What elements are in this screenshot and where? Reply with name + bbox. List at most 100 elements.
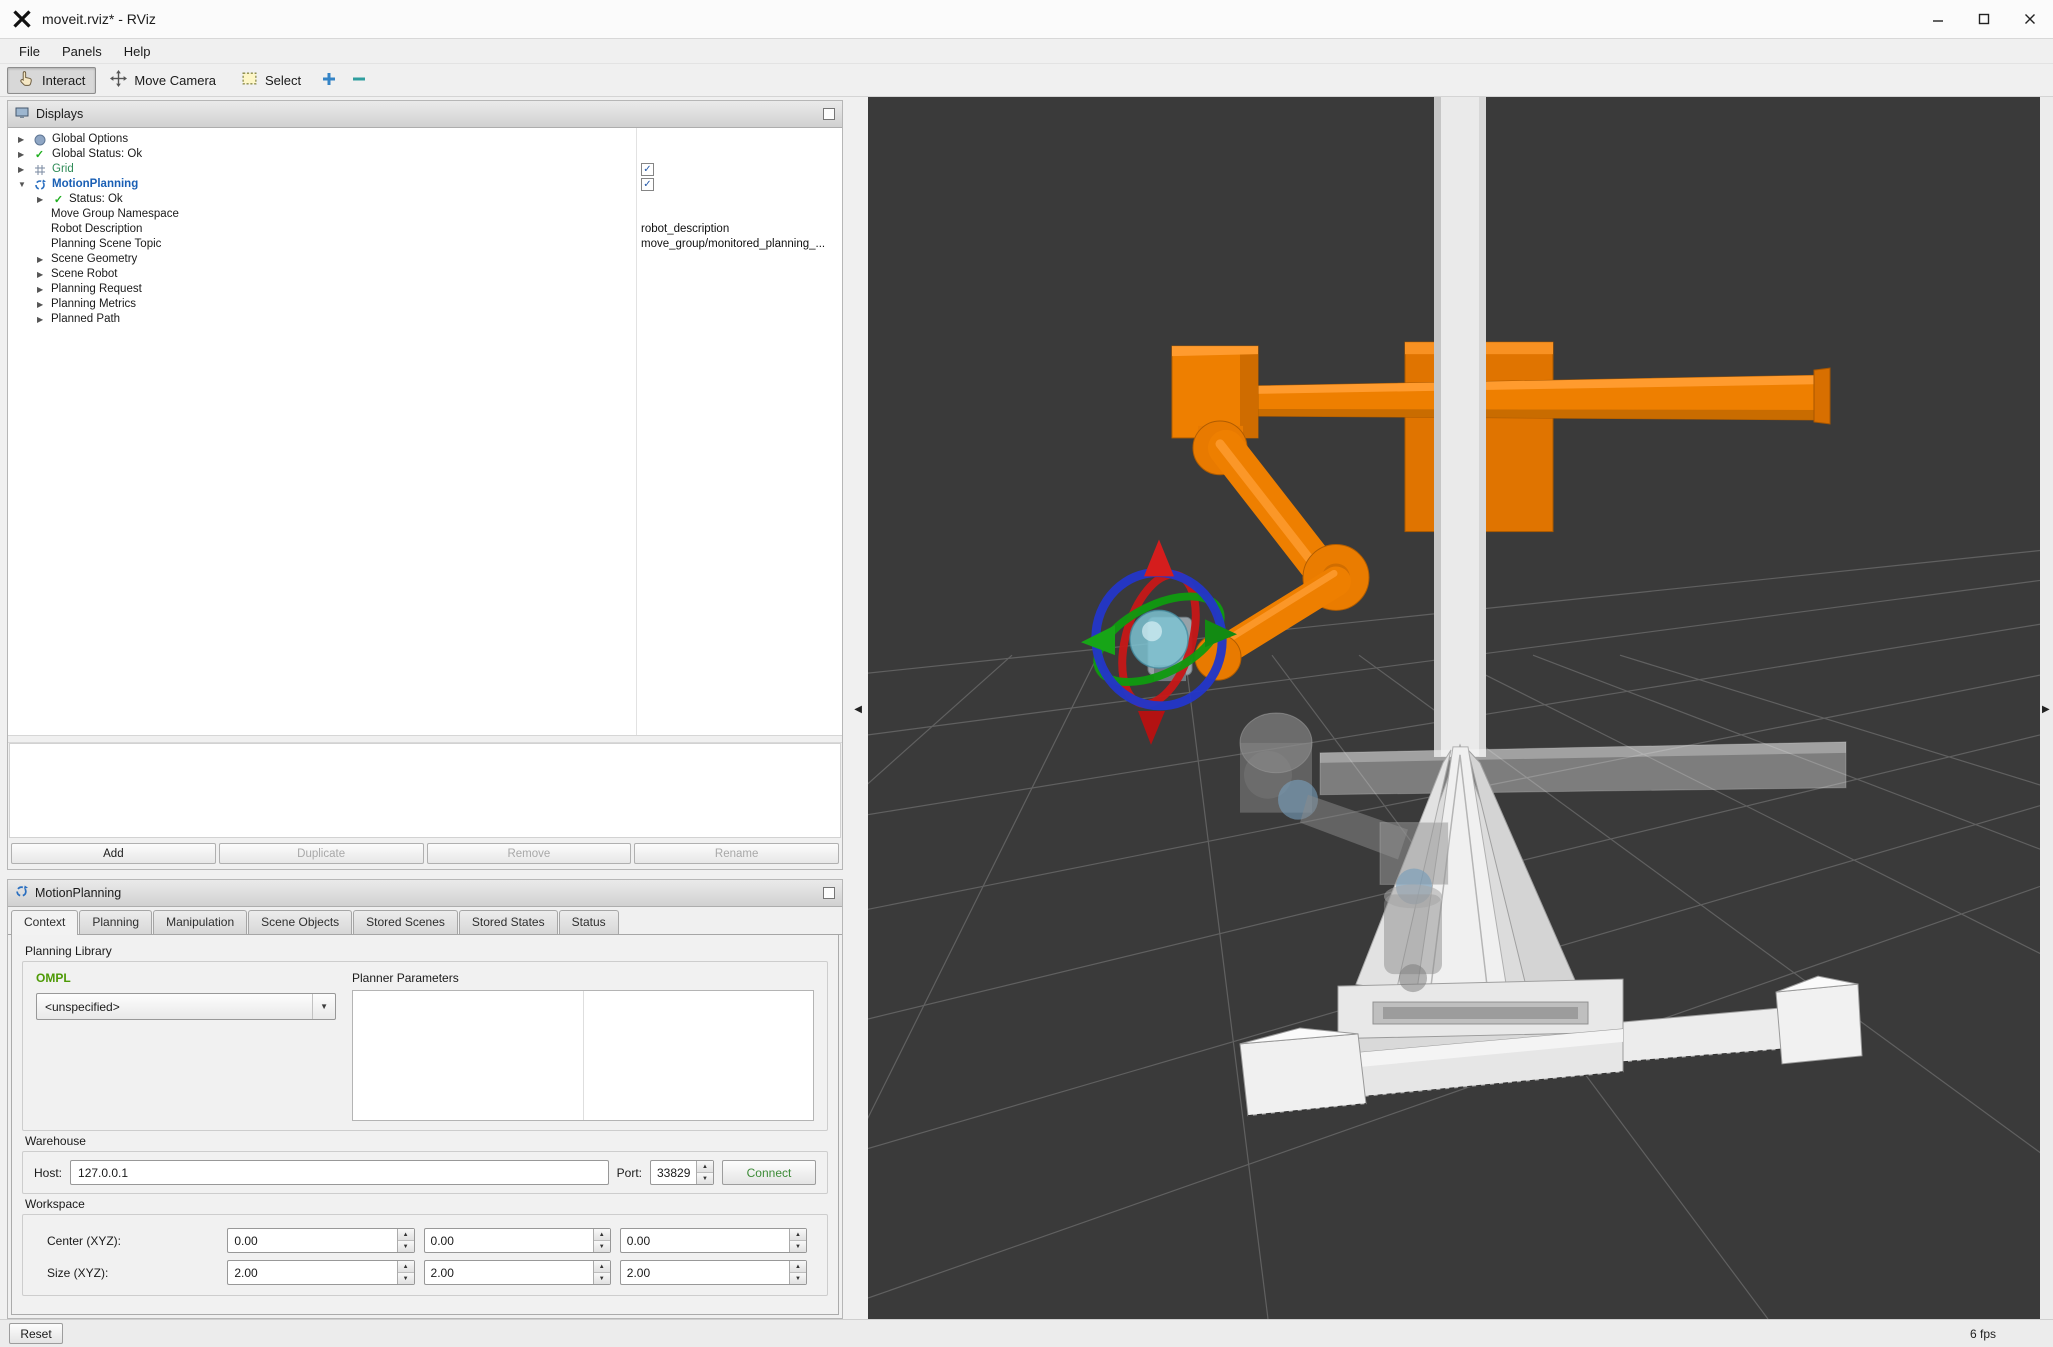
displays-panel-icon [15, 106, 29, 123]
spin-down-icon[interactable]: ▼ [397, 1241, 414, 1252]
menu-help[interactable]: Help [113, 39, 162, 63]
reset-button[interactable]: Reset [9, 1323, 63, 1344]
expand-arrow-icon[interactable]: ▶ [37, 255, 43, 264]
center-y-spinbox[interactable]: 0.00 ▲ ▼ [423, 1228, 611, 1253]
center-z-spinbox[interactable]: 0.00 ▲ ▼ [619, 1228, 808, 1253]
spin-down-icon[interactable]: ▼ [593, 1241, 610, 1252]
collapse-left-arrow-icon[interactable]: ◀ [854, 705, 862, 715]
tree-row-motionplanning[interactable]: ▼ MotionPlanning ✓ [8, 177, 842, 192]
tab-planning[interactable]: Planning [79, 910, 153, 934]
spin-up-icon[interactable]: ▲ [593, 1229, 610, 1241]
collapse-arrow-icon[interactable]: ▼ [18, 180, 26, 189]
tab-status[interactable]: Status [558, 910, 619, 934]
size-y-spinbox[interactable]: 2.00 ▲ ▼ [423, 1260, 611, 1285]
planner-parameters-table[interactable] [352, 990, 814, 1121]
select-box-icon [241, 70, 258, 90]
size-z-spinbox[interactable]: 2.00 ▲ ▼ [619, 1260, 808, 1285]
spin-up-icon[interactable]: ▲ [593, 1261, 610, 1273]
expand-arrow-icon[interactable]: ▶ [37, 300, 43, 309]
tree-row-planning-metrics[interactable]: ▶ Planning Metrics [8, 297, 842, 312]
spin-up-icon[interactable]: ▲ [790, 1261, 807, 1273]
spin-up-icon[interactable]: ▲ [397, 1229, 414, 1241]
collapse-right-arrow-icon[interactable]: ▶ [2042, 705, 2050, 715]
tab-stored-states[interactable]: Stored States [458, 910, 558, 934]
tree-row-global-options[interactable]: ▶ Global Options [8, 132, 842, 147]
planner-select[interactable]: <unspecified> ▼ [36, 993, 336, 1020]
grid-display-icon [33, 163, 46, 176]
tree-row-robot-description[interactable]: Robot Description robot_description [8, 222, 842, 237]
minimize-button[interactable] [1915, 0, 1961, 38]
tree-row-mp-status[interactable]: ▶ ✓ Status: Ok [8, 192, 842, 207]
close-button[interactable] [2007, 0, 2053, 38]
expand-arrow-icon[interactable]: ▶ [18, 165, 24, 174]
right-panel-gutter[interactable]: ▶ [2040, 97, 2053, 1319]
status-ok-icon: ✓ [34, 149, 45, 161]
center-x-spinbox[interactable]: 0.00 ▲ ▼ [227, 1228, 415, 1253]
add-display-button[interactable]: Add [11, 843, 216, 864]
expand-arrow-icon[interactable]: ▶ [37, 315, 43, 324]
interact-tool-button[interactable]: Interact [7, 66, 97, 94]
expand-arrow-icon[interactable]: ▶ [18, 150, 24, 159]
tab-stored-scenes[interactable]: Stored Scenes [353, 910, 458, 934]
size-x-spinbox[interactable]: 2.00 ▲ ▼ [227, 1260, 415, 1285]
tree-row-planning-request[interactable]: ▶ Planning Request [8, 282, 842, 297]
library-name-label: OMPL [36, 971, 71, 985]
tree-row-planning-scene-topic[interactable]: Planning Scene Topic move_group/monitore… [8, 237, 842, 252]
tree-row-move-group-namespace[interactable]: Move Group Namespace [8, 207, 842, 222]
tree-row-planned-path[interactable]: ▶ Planned Path [8, 312, 842, 327]
3d-scene-canvas[interactable] [868, 97, 2040, 1319]
host-input[interactable]: 127.0.0.1 [70, 1160, 609, 1185]
displays-panel: Displays ▶ Global Options ▶ ✓ Global Sta… [7, 100, 843, 870]
move-camera-tool-button[interactable]: Move Camera [99, 67, 227, 94]
planner-parameters-label: Planner Parameters [352, 971, 459, 985]
tab-context[interactable]: Context [11, 910, 79, 935]
tree-splitter[interactable] [8, 736, 842, 743]
select-tool-button[interactable]: Select [230, 67, 312, 94]
spin-up-icon[interactable]: ▲ [790, 1229, 807, 1241]
remove-display-button[interactable]: Remove [426, 843, 632, 864]
duplicate-display-button[interactable]: Duplicate [218, 843, 424, 864]
marker-center-sphere[interactable] [1129, 609, 1189, 669]
status-ok-icon: ✓ [53, 194, 64, 206]
tab-manipulation[interactable]: Manipulation [153, 910, 248, 934]
panel-float-button[interactable] [823, 108, 835, 120]
motionplanning-panel-header[interactable]: MotionPlanning [8, 880, 842, 907]
expand-arrow-icon[interactable]: ▶ [37, 270, 43, 279]
menu-file[interactable]: File [8, 39, 51, 63]
panel-splitter[interactable]: ◀ [843, 97, 868, 1319]
spin-down-icon[interactable]: ▼ [593, 1273, 610, 1284]
spin-down-icon[interactable]: ▼ [790, 1273, 807, 1284]
planning-scene-topic-value[interactable]: move_group/monitored_planning_... [641, 238, 825, 250]
spin-up-icon[interactable]: ▲ [397, 1261, 414, 1273]
panel-float-button[interactable] [823, 887, 835, 899]
rename-display-button[interactable]: Rename [634, 843, 839, 864]
workspace-label: Workspace [25, 1197, 85, 1211]
motionplanning-enabled-checkbox[interactable]: ✓ [641, 178, 654, 191]
tree-row-global-status[interactable]: ▶ ✓ Global Status: Ok [8, 147, 842, 162]
tab-scene-objects[interactable]: Scene Objects [248, 910, 353, 934]
spin-down-icon[interactable]: ▼ [397, 1273, 414, 1284]
robot-description-value[interactable]: robot_description [641, 223, 729, 235]
displays-panel-header[interactable]: Displays [8, 101, 842, 128]
marker-sphere-highlight [1142, 621, 1162, 642]
port-spinbox[interactable]: 33829 ▲ ▼ [650, 1160, 714, 1185]
maximize-button[interactable] [1961, 0, 2007, 38]
expand-arrow-icon[interactable]: ▶ [18, 135, 24, 144]
tree-row-grid[interactable]: ▶ Grid ✓ [8, 162, 842, 177]
expand-arrow-icon[interactable]: ▶ [37, 285, 43, 294]
spin-down-icon[interactable]: ▼ [697, 1173, 713, 1184]
spin-up-icon[interactable]: ▲ [697, 1161, 713, 1173]
add-tool-button[interactable] [315, 67, 342, 94]
remove-tool-button[interactable] [345, 67, 372, 94]
planning-library-label: Planning Library [25, 944, 112, 958]
parameters-column-divider [583, 991, 584, 1120]
grid-enabled-checkbox[interactable]: ✓ [641, 163, 654, 176]
expand-arrow-icon[interactable]: ▶ [37, 195, 43, 204]
connect-button[interactable]: Connect [722, 1160, 816, 1185]
spin-down-icon[interactable]: ▼ [790, 1241, 807, 1252]
motionplanning-tabs: Context Planning Manipulation Scene Obje… [8, 907, 842, 935]
menu-panels[interactable]: Panels [51, 39, 113, 63]
3d-viewport[interactable] [868, 97, 2040, 1319]
tree-row-scene-geometry[interactable]: ▶ Scene Geometry [8, 252, 842, 267]
tree-row-scene-robot[interactable]: ▶ Scene Robot [8, 267, 842, 282]
